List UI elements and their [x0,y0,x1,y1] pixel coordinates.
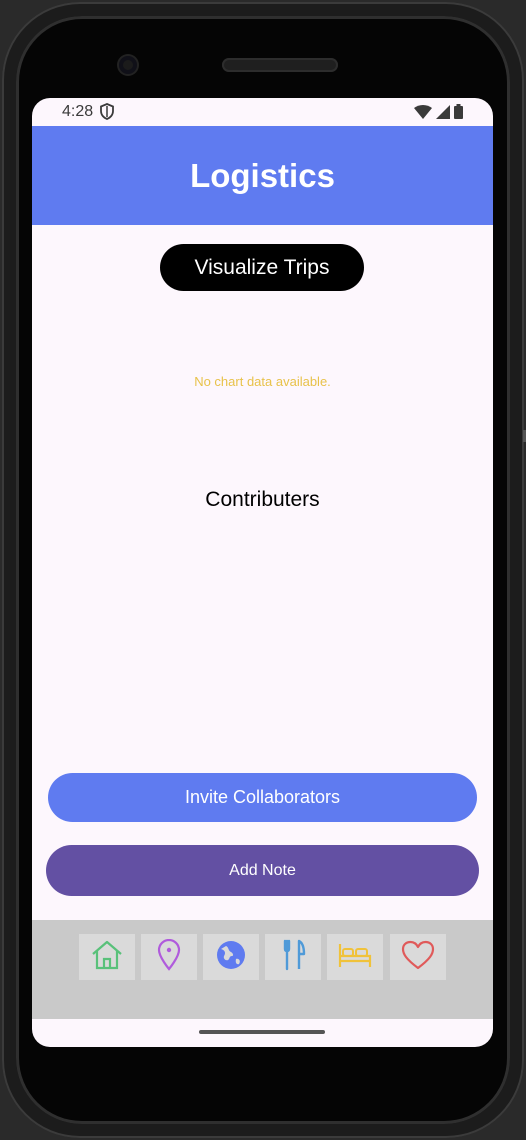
heart-icon [401,940,435,975]
page-title: Logistics [190,156,335,194]
visualize-trips-button[interactable]: Visualize Trips [160,244,364,291]
bed-icon [337,940,373,975]
add-note-button[interactable]: Add Note [46,845,479,896]
earpiece-speaker [222,58,338,72]
cellular-signal-icon [436,104,450,124]
location-pin-icon [156,938,182,976]
contributors-heading: Contributers [205,488,320,511]
app-header: Logistics [32,126,493,225]
invite-collaborators-button[interactable]: Invite Collaborators [48,773,477,822]
front-camera [119,56,137,74]
nav-item-globe[interactable] [203,934,259,980]
nav-item-home[interactable] [79,934,135,980]
home-indicator[interactable] [199,1030,325,1034]
bottom-navigation [32,920,493,1019]
globe-icon [215,939,247,976]
status-bar: 4:28 [32,98,493,126]
app-screen: 4:28 Logistics Visualize Trips No chart … [32,98,493,1047]
nav-item-lodging[interactable] [327,934,383,980]
nav-item-location[interactable] [141,934,197,980]
status-time: 4:28 [62,103,94,120]
chart-empty-message: No chart data available. [194,374,331,389]
wifi-icon [414,104,432,124]
battery-icon [454,104,463,124]
shield-icon [100,103,114,125]
home-icon [90,939,124,976]
status-icons [414,104,463,124]
nav-item-favorites[interactable] [390,934,446,980]
nav-item-food[interactable] [265,934,321,980]
fork-knife-icon [279,939,307,976]
